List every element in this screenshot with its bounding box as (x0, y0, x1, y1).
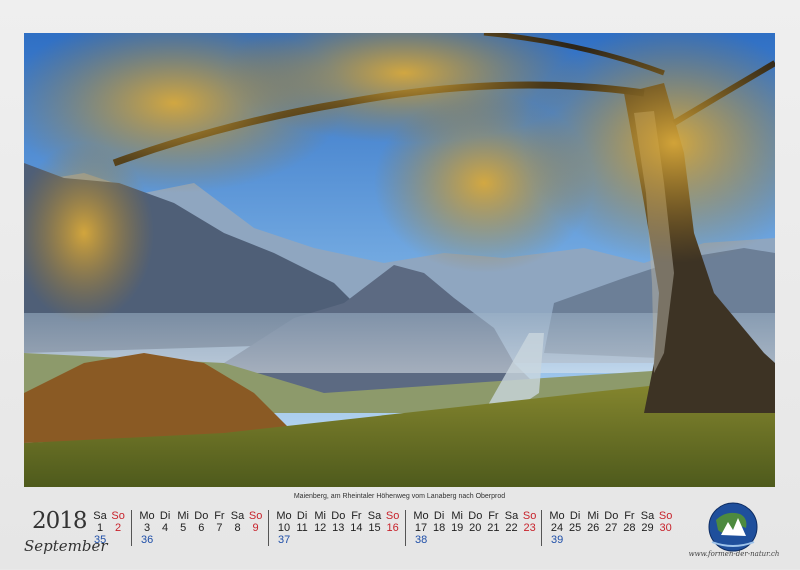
week-divider (268, 510, 269, 546)
photo-caption: Maienberg, am Rheintaler Höhenweg vom La… (293, 493, 506, 500)
weekday-label: Fr (624, 510, 635, 522)
week-number: 39 (551, 534, 564, 546)
day-number: 28 (623, 522, 636, 534)
weekday-label: Di (159, 510, 171, 522)
weekday-label: Di (569, 510, 581, 522)
brand-url: www.formen-der-natur.ch (688, 550, 780, 558)
day-number: 16 (386, 522, 399, 534)
weekday-label: Do (604, 510, 619, 522)
day-number: 15 (368, 522, 381, 534)
week-number: 37 (278, 534, 291, 546)
day-number: 30 (659, 522, 672, 534)
weekday-label: Di (433, 510, 445, 522)
day-number: 25 (568, 522, 582, 534)
day-number: 17 (414, 522, 428, 534)
day-number: 29 (641, 522, 654, 534)
week-divider (541, 510, 542, 546)
weekday-label: Do (468, 510, 483, 522)
day-number: 4 (162, 522, 169, 534)
day-number: 10 (277, 522, 291, 534)
week-divider (131, 510, 132, 546)
weekday-label: So (658, 510, 673, 522)
weekday-label: Mo (139, 510, 155, 522)
day-number: 8 (234, 522, 241, 534)
day-number: 11 (296, 522, 308, 534)
calendar-page: Maienberg, am Rheintaler Höhenweg vom La… (0, 0, 800, 569)
day-number: 14 (350, 522, 363, 534)
day-number: 13 (332, 522, 345, 534)
weekday-label: Sa (367, 510, 382, 522)
weekday-label: Sa (230, 510, 245, 522)
day-number: 7 (216, 522, 223, 534)
weekday-label: Sa (93, 510, 107, 522)
weekday-label: Di (296, 510, 308, 522)
weekday-label: Do (194, 510, 209, 522)
weekday-label: Fr (351, 510, 362, 522)
weekday-label: Mi (451, 510, 463, 522)
week-number: 36 (141, 534, 154, 546)
weekday-label: Sa (640, 510, 655, 522)
weekday-label: So (248, 510, 263, 522)
day-number: 1 (96, 522, 104, 534)
day-number: 5 (180, 522, 187, 534)
weekday-label: Mo (276, 510, 292, 522)
week-number: 35 (94, 534, 107, 546)
week-divider (405, 510, 406, 546)
calendar-year: 2018 (32, 508, 88, 534)
day-number: 18 (432, 522, 446, 534)
day-number: 22 (505, 522, 518, 534)
week-number: 38 (415, 534, 428, 546)
day-number: 26 (587, 522, 600, 534)
day-number: 24 (550, 522, 564, 534)
weekday-label: Mi (587, 510, 599, 522)
weekday-label: Fr (214, 510, 225, 522)
day-number: 2 (115, 522, 122, 534)
weekday-label: Mi (177, 510, 189, 522)
weekday-label: Fr (488, 510, 499, 522)
day-number: 21 (487, 522, 500, 534)
weekday-label: Do (331, 510, 346, 522)
day-number: 12 (314, 522, 327, 534)
day-number: 9 (252, 522, 259, 534)
weekday-label: Mo (549, 510, 565, 522)
day-number: 23 (523, 522, 536, 534)
weekday-label: Sa (504, 510, 519, 522)
weekday-label: So (385, 510, 400, 522)
weekday-label: Mo (413, 510, 429, 522)
weekday-label: So (111, 510, 125, 522)
day-number: 20 (469, 522, 482, 534)
day-number: 27 (605, 522, 618, 534)
day-number: 3 (143, 522, 151, 534)
day-number: 6 (198, 522, 205, 534)
day-number: 19 (451, 522, 464, 534)
weekday-label: So (522, 510, 537, 522)
landscape-photo (24, 33, 775, 487)
weekday-label: Mi (314, 510, 326, 522)
